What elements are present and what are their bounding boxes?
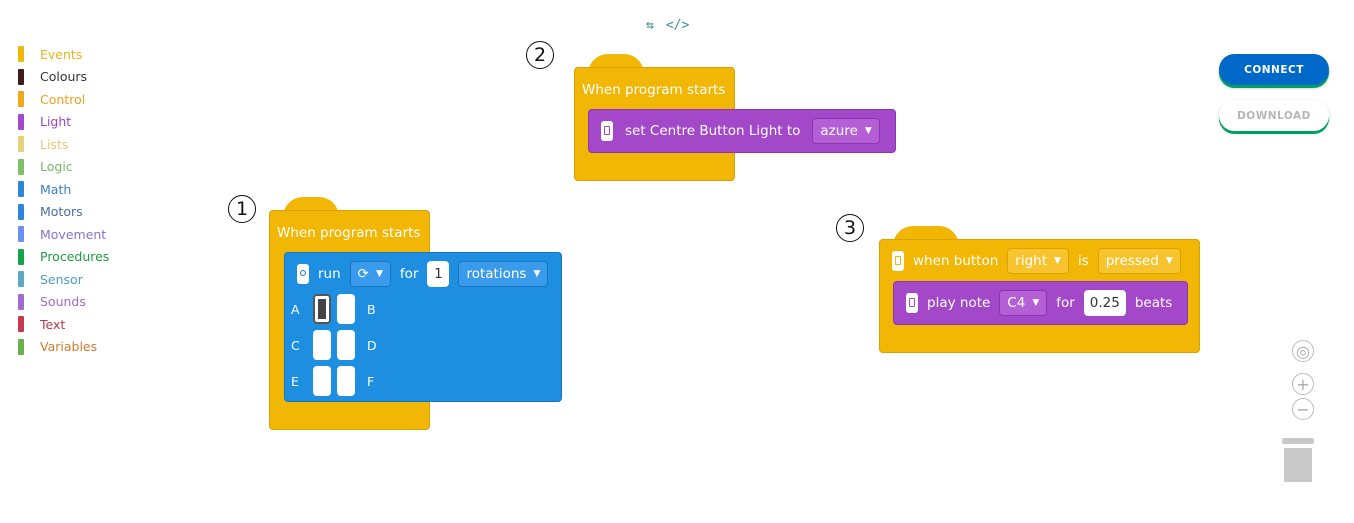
caret-down-icon: ▼: [375, 269, 383, 279]
port-c-toggle[interactable]: [313, 330, 331, 360]
category-color-swatch: [18, 46, 24, 62]
category-color-swatch: [18, 271, 24, 287]
set-light-label: set Centre Button Light to: [625, 123, 801, 139]
hat-title: When program starts: [277, 225, 421, 241]
play-note-block[interactable]: play note C4 ▼ for 0.25 beats: [893, 281, 1188, 325]
button-state-dropdown[interactable]: pressed ▼: [1097, 248, 1181, 274]
light-color-dropdown[interactable]: azure ▼: [812, 118, 880, 144]
category-label: Motors: [40, 204, 83, 220]
button-state-value: pressed: [1105, 253, 1159, 269]
port-row-ab: A B: [291, 294, 376, 324]
category-color-swatch: [18, 316, 24, 332]
port-label-a: A: [291, 301, 300, 317]
category-label: Procedures: [40, 249, 110, 265]
for-label: for: [1056, 295, 1075, 311]
category-color-swatch: [18, 338, 24, 355]
trash-lid: [1282, 438, 1314, 444]
category-label: Sensor: [40, 271, 83, 287]
hub-icon: [601, 121, 613, 141]
recenter-icon[interactable]: ◎: [1292, 340, 1314, 362]
motor-icon: [297, 264, 309, 284]
button-value: right: [1015, 253, 1048, 269]
port-row-ef: E F: [291, 366, 374, 396]
category-color-swatch: [18, 158, 24, 175]
caret-down-icon: ▼: [1165, 256, 1173, 266]
caret-down-icon: ▼: [533, 269, 541, 279]
when-button-label: when button: [913, 253, 999, 269]
category-color-swatch: [18, 136, 24, 152]
caret-down-icon: ▼: [864, 126, 872, 136]
category-label: Text: [40, 316, 66, 332]
for-label: for: [399, 266, 419, 282]
zoom-out-icon[interactable]: −: [1292, 398, 1314, 420]
trash-body: [1284, 448, 1312, 482]
category-label: Sounds: [40, 294, 86, 310]
port-label-c: C: [291, 337, 300, 353]
code-view-icon[interactable]: </>: [666, 18, 689, 33]
category-color-swatch: [18, 91, 24, 107]
category-label: Variables: [40, 339, 98, 355]
port-label-d: D: [367, 337, 377, 353]
category-color-swatch: [18, 113, 24, 130]
category-label: Light: [40, 114, 72, 130]
category-label: Logic: [40, 159, 73, 175]
play-note-label: play note: [927, 295, 991, 311]
port-label-b: B: [367, 301, 376, 317]
motor-run-block[interactable]: run ⟳ ▼ for 1 rotations ▼ A B C D E F: [284, 252, 562, 402]
category-color-swatch: [18, 248, 24, 265]
beats-label: beats: [1134, 295, 1173, 311]
category-color-swatch: [18, 293, 24, 310]
step-number-3: 3: [836, 214, 864, 242]
hub-icon: [892, 251, 904, 271]
trash-icon[interactable]: [1282, 438, 1314, 482]
caret-down-icon: ▼: [1032, 298, 1040, 308]
port-b-toggle[interactable]: [337, 294, 355, 324]
category-label: Colours: [40, 69, 88, 85]
is-label: is: [1077, 253, 1089, 269]
zoom-in-icon[interactable]: +: [1292, 373, 1314, 395]
port-row-cd: C D: [291, 330, 377, 360]
category-color-swatch: [18, 181, 24, 197]
category-label: Events: [40, 46, 83, 62]
rotate-clockwise-icon: ⟳: [357, 266, 369, 282]
port-label-f: F: [367, 373, 375, 389]
unit-dropdown[interactable]: rotations ▼: [458, 261, 549, 287]
category-color-swatch: [18, 68, 24, 85]
category-label: Control: [40, 91, 86, 107]
caret-down-icon: ▼: [1054, 256, 1061, 266]
set-centre-button-light-block[interactable]: set Centre Button Light to azure ▼: [588, 109, 896, 153]
rotations-amount-input[interactable]: 1: [427, 261, 450, 287]
port-d-toggle[interactable]: [337, 330, 355, 360]
download-button[interactable]: DOWNLOAD: [1219, 100, 1329, 131]
view-toggle: ⇆ </>: [646, 18, 689, 33]
step-number-1: 1: [228, 195, 256, 223]
category-color-swatch: [18, 203, 24, 220]
category-color-swatch: [18, 226, 24, 242]
beats-input[interactable]: 0.25: [1083, 290, 1126, 316]
blocks-view-icon[interactable]: ⇆: [646, 18, 654, 33]
note-dropdown[interactable]: C4 ▼: [999, 290, 1048, 316]
button-dropdown[interactable]: right ▼: [1007, 248, 1069, 274]
step-number-2: 2: [526, 41, 554, 69]
run-label: run: [318, 266, 341, 282]
direction-dropdown[interactable]: ⟳ ▼: [349, 261, 391, 287]
category-label: Lists: [40, 136, 69, 152]
port-f-toggle[interactable]: [337, 366, 355, 396]
hub-icon: [906, 293, 918, 313]
unit-label: rotations: [466, 266, 527, 282]
connect-button[interactable]: CONNECT: [1219, 54, 1329, 85]
port-e-toggle[interactable]: [313, 366, 331, 396]
light-color-value: azure: [820, 123, 858, 139]
hat-title: When program starts: [582, 82, 726, 98]
port-label-e: E: [291, 373, 299, 389]
port-a-toggle[interactable]: [313, 294, 331, 324]
note-value: C4: [1007, 295, 1026, 311]
category-label: Movement: [40, 226, 107, 242]
category-label: Math: [40, 181, 72, 197]
